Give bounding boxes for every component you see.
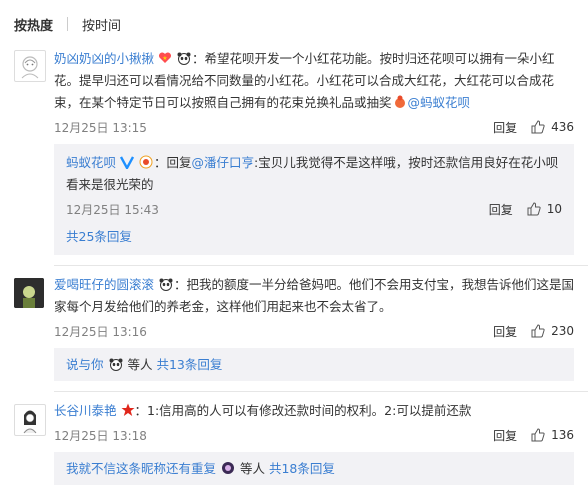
sub-reply-box: 蚂蚁花呗 ：回复@潘仔口亨:宝贝儿我觉得不是这样哦，按时还款信用良好在花小呗看来… — [54, 144, 574, 255]
comment-item: 奶凶奶凶的小揪揪 ★ ：希望花呗开发一个小红花功能。按时归还花呗可以拥有一朵小红… — [0, 48, 588, 255]
like-button[interactable]: 136 — [531, 428, 574, 442]
like-count: 136 — [551, 428, 574, 442]
sub-reply-text: 蚂蚁花呗 ：回复@潘仔口亨:宝贝儿我觉得不是这样哦，按时还款信用良好在花小呗看来… — [66, 152, 562, 196]
more-replies-link[interactable]: 我就不信这条昵称还有重复 等人 共18条回复 — [66, 458, 562, 477]
vip-badge-icon: ★ — [158, 50, 172, 64]
sticker-emoji-icon — [220, 461, 236, 475]
replier-name[interactable]: 说与你 — [66, 357, 104, 372]
thumbs-up-icon — [527, 202, 541, 216]
comment-time: 12月25日 13:15 — [54, 120, 147, 135]
reply-count-link[interactable]: 共13条回复 — [156, 357, 222, 372]
comment-time: 12月25日 13:18 — [54, 428, 147, 443]
svg-text:★: ★ — [162, 55, 167, 62]
member-badge-icon — [138, 154, 154, 169]
comment-text: 奶凶奶凶的小揪揪 ★ ：希望花呗开发一个小红花功能。按时归还花呗可以拥有一朵小红… — [54, 48, 574, 114]
sort-bar: 按热度 按时间 — [0, 0, 588, 48]
thumbs-up-icon — [531, 428, 545, 442]
like-count: 436 — [551, 120, 574, 134]
panda-emoji-icon — [108, 357, 124, 371]
reply-button[interactable]: 回复 — [489, 201, 513, 218]
like-button[interactable]: 436 — [531, 120, 574, 134]
reply-button[interactable]: 回复 — [493, 119, 517, 136]
mention-link[interactable]: @潘仔口亨 — [192, 155, 255, 170]
others-label: 等人 — [127, 357, 153, 372]
like-count: 230 — [551, 324, 574, 338]
comment-username[interactable]: 爱喝旺仔的圆滚滚 — [54, 277, 154, 292]
more-replies-link[interactable]: 共25条回复 — [66, 220, 562, 245]
panda-emoji-icon — [176, 50, 192, 65]
verified-v-icon — [119, 154, 135, 171]
comment-text: 长谷川泰艳 ：1:信用高的人可以有修改还款时间的权利。2:可以提前还款 — [54, 400, 574, 422]
mention-link[interactable]: @蚂蚁花呗 — [408, 95, 471, 110]
gift-emoji-icon — [392, 94, 408, 108]
star-badge-icon — [121, 402, 135, 416]
avatar[interactable] — [14, 404, 46, 436]
comment-text: 爱喝旺仔的圆滚滚 ：把我的额度一半分给爸妈吧。他们不会用支付宝，我想告诉他们这是… — [54, 274, 574, 318]
sub-reply-prefix: ：回复 — [153, 155, 192, 170]
reply-button[interactable]: 回复 — [493, 427, 517, 444]
comment-item: 爱喝旺仔的圆滚滚 ：把我的额度一半分给爸妈吧。他们不会用支付宝，我想告诉他们这是… — [0, 266, 588, 381]
sort-divider — [67, 17, 69, 31]
thumbs-up-icon — [531, 324, 545, 338]
like-button[interactable]: 230 — [531, 324, 574, 338]
more-replies-link[interactable]: 说与你 等人 共13条回复 — [66, 354, 562, 373]
comment-time: 12月25日 13:16 — [54, 324, 147, 339]
comment-body: ：1:信用高的人可以有修改还款时间的权利。2:可以提前还款 — [134, 403, 472, 418]
others-label: 等人 — [239, 461, 265, 476]
sort-by-hot-tab[interactable]: 按热度 — [14, 15, 53, 34]
sub-reply-summary: 说与你 等人 共13条回复 — [54, 348, 574, 381]
comment-meta: 12月25日 13:18 回复 136 — [54, 424, 574, 446]
avatar[interactable] — [14, 50, 46, 82]
sort-by-time-tab[interactable]: 按时间 — [82, 15, 121, 34]
sub-reply-meta: 12月25日 15:43 回复 10 — [66, 198, 562, 220]
sub-reply-summary: 我就不信这条昵称还有重复 等人 共18条回复 — [54, 452, 574, 485]
reply-count-link[interactable]: 共18条回复 — [269, 461, 335, 476]
reply-button[interactable]: 回复 — [493, 323, 517, 340]
avatar[interactable] — [14, 278, 44, 308]
thumbs-up-icon — [531, 120, 545, 134]
like-button[interactable]: 10 — [527, 202, 562, 216]
like-count: 10 — [546, 202, 562, 216]
panda-emoji-icon — [158, 276, 174, 291]
comment-item: 长谷川泰艳 ：1:信用高的人可以有修改还款时间的权利。2:可以提前还款 12月2… — [0, 392, 588, 485]
comment-meta: 12月25日 13:16 回复 230 — [54, 320, 574, 342]
sub-reply-time: 12月25日 15:43 — [66, 202, 159, 217]
sub-reply-username[interactable]: 蚂蚁花呗 — [66, 155, 116, 170]
comment-meta: 12月25日 13:15 回复 436 — [54, 116, 574, 138]
replier-name[interactable]: 我就不信这条昵称还有重复 — [66, 461, 216, 476]
comment-username[interactable]: 奶凶奶凶的小揪揪 — [54, 51, 154, 66]
comment-username[interactable]: 长谷川泰艳 — [54, 403, 117, 418]
